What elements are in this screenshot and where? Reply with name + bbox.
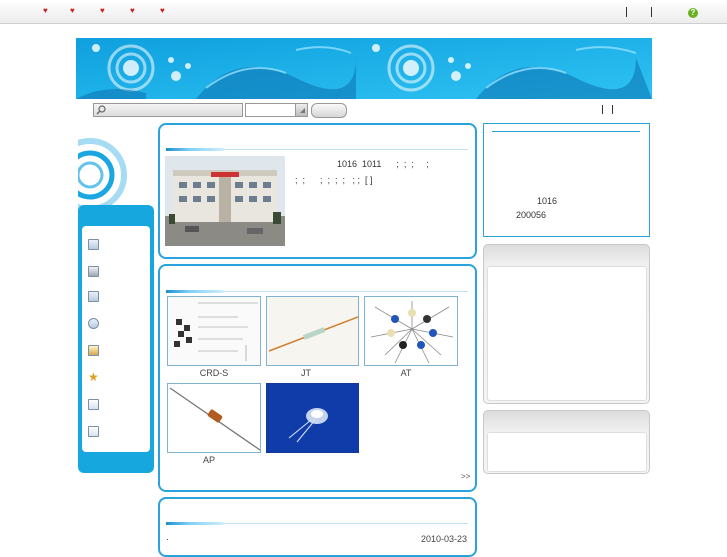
mail-icon[interactable] (88, 399, 99, 410)
panel-divider (224, 523, 468, 524)
side-box-content (487, 432, 647, 472)
search-icon (96, 105, 106, 115)
product-label[interactable]: AP (167, 455, 251, 465)
site-banner (76, 38, 652, 99)
news-item-date: 2010-03-23 (421, 534, 468, 544)
home-icon[interactable] (88, 239, 99, 250)
search-input[interactable] (93, 103, 243, 117)
nav-separator (626, 7, 627, 17)
product-thumb[interactable] (167, 296, 261, 366)
product-thumb[interactable] (266, 383, 359, 453)
contact-divider (492, 131, 640, 132)
nav-separator (651, 7, 652, 17)
help-icon[interactable]: ? (688, 8, 698, 18)
mail-icon[interactable] (88, 426, 99, 437)
picture-icon[interactable] (88, 345, 99, 356)
chevron-down-icon[interactable] (295, 104, 307, 116)
intro-text-line: 1016 1011 ; ; ; ; (337, 159, 429, 169)
nav-heart-icon[interactable]: ♥ (43, 7, 51, 15)
link-separator (612, 105, 613, 114)
product-label[interactable]: AT (364, 368, 448, 378)
product-label[interactable]: JT (266, 368, 346, 378)
products-icon[interactable] (88, 291, 99, 302)
top-nav-bar: ♥ ♥ ♥ ♥ ♥ ? (0, 0, 727, 24)
building-icon[interactable] (88, 266, 99, 277)
nav-heart-icon[interactable]: ♥ (100, 7, 108, 15)
panel-title-bar (166, 148, 224, 151)
product-thumb[interactable] (364, 296, 458, 366)
panel-divider (224, 149, 468, 150)
product-thumb[interactable] (167, 383, 261, 453)
product-thumb[interactable] (266, 296, 359, 366)
panel-title-bar (166, 290, 224, 293)
panel-title-bar (166, 522, 224, 525)
clock-icon[interactable] (88, 318, 99, 329)
product-label[interactable]: CRD-S (167, 368, 261, 378)
banner-swirl-graphic (76, 38, 652, 99)
nav-heart-icon[interactable]: ♥ (70, 7, 78, 15)
news-panel (158, 497, 477, 557)
nav-heart-icon[interactable]: ♥ (160, 7, 168, 15)
left-menu-list (82, 226, 150, 452)
link-separator (602, 105, 603, 114)
more-products-link[interactable]: >> (461, 472, 470, 481)
panel-divider (224, 291, 468, 292)
news-item-bullet: · (166, 534, 169, 544)
search-button[interactable] (311, 103, 347, 118)
contact-address-number: 1016 (537, 196, 558, 206)
contact-postcode: 200056 (516, 210, 547, 220)
contact-box (483, 123, 650, 237)
company-building-photo[interactable] (165, 156, 285, 246)
intro-text-line: ; ; ; ; ; ; ; ; [ ] (295, 175, 373, 185)
award-icon[interactable]: ★ (88, 371, 99, 383)
nav-heart-icon[interactable]: ♥ (130, 7, 138, 15)
side-box-content (487, 266, 647, 401)
